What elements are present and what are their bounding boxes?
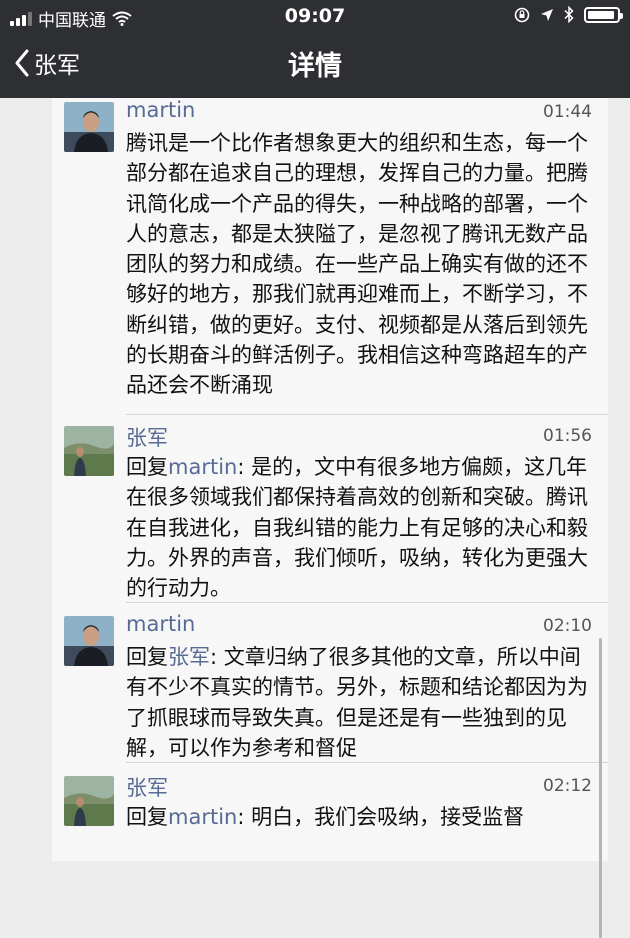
rotation-lock-icon <box>514 7 530 22</box>
avatar <box>64 616 114 666</box>
commenter-name[interactable]: martin <box>126 98 195 122</box>
avatar <box>64 776 114 826</box>
page-title: 详情 <box>288 51 342 82</box>
scrollbar[interactable] <box>599 638 602 938</box>
commenter-name[interactable]: martin <box>126 612 195 636</box>
comment-time: 01:56 <box>543 426 592 446</box>
comment-item: 张军 01:56 回复martin: 是的，文中有很多地方偏颇，这几年在很多领域… <box>52 426 608 600</box>
battery-icon <box>584 6 623 23</box>
reply-target[interactable]: martin <box>168 805 237 829</box>
comment-text: 腾讯是一个比作者想象更大的组织和生态，每一个部分都在追求自己的理想，发挥自己的力… <box>126 131 588 398</box>
comment-time: 01:44 <box>543 102 592 122</box>
comment-item: 张军 02:12 回复martin: 明白，我们会吸纳，接受监督 <box>52 776 608 856</box>
comment-time: 02:10 <box>543 616 592 636</box>
status-right <box>514 6 623 23</box>
avatar <box>64 102 114 152</box>
location-icon <box>541 8 553 21</box>
comment-text: 回复张军: 文章归纳了很多其他的文章，所以中间有不少不真实的情节。另外，标题和结… <box>126 642 596 763</box>
commenter-name[interactable]: 张军 <box>126 422 168 452</box>
avatar <box>64 426 114 476</box>
divider <box>126 414 608 415</box>
comment-text: 回复martin: 明白，我们会吸纳，接受监督 <box>126 802 596 832</box>
comment-item: martin 02:10 回复张军: 文章归纳了很多其他的文章，所以中间有不少不… <box>52 612 608 760</box>
reply-prefix: 回复 <box>126 805 168 829</box>
reply-target[interactable]: martin <box>168 455 237 479</box>
comment-item: martin 01:44 腾讯是一个比作者想象更大的组织和生态，每一个部分都在追… <box>52 98 608 412</box>
comment-body: : 明白，我们会吸纳，接受监督 <box>237 805 525 829</box>
bluetooth-icon <box>564 6 574 23</box>
status-bar: 中国联通 09:07 <box>0 0 630 34</box>
comment-text: 回复martin: 是的，文中有很多地方偏颇，这几年在很多领域我们都保持着高效的… <box>126 452 596 603</box>
nav-bar: 张军 详情 <box>0 40 630 92</box>
reply-prefix: 回复 <box>126 645 168 669</box>
top-bar: 中国联通 09:07 张军 详情 <box>0 0 630 98</box>
divider <box>126 762 608 763</box>
comment-list: martin 01:44 腾讯是一个比作者想象更大的组织和生态，每一个部分都在追… <box>52 98 608 938</box>
reply-prefix: 回复 <box>126 455 168 479</box>
divider <box>126 602 608 603</box>
reply-target[interactable]: 张军 <box>168 645 210 669</box>
commenter-name[interactable]: 张军 <box>126 772 168 802</box>
comment-time: 02:12 <box>543 776 592 796</box>
